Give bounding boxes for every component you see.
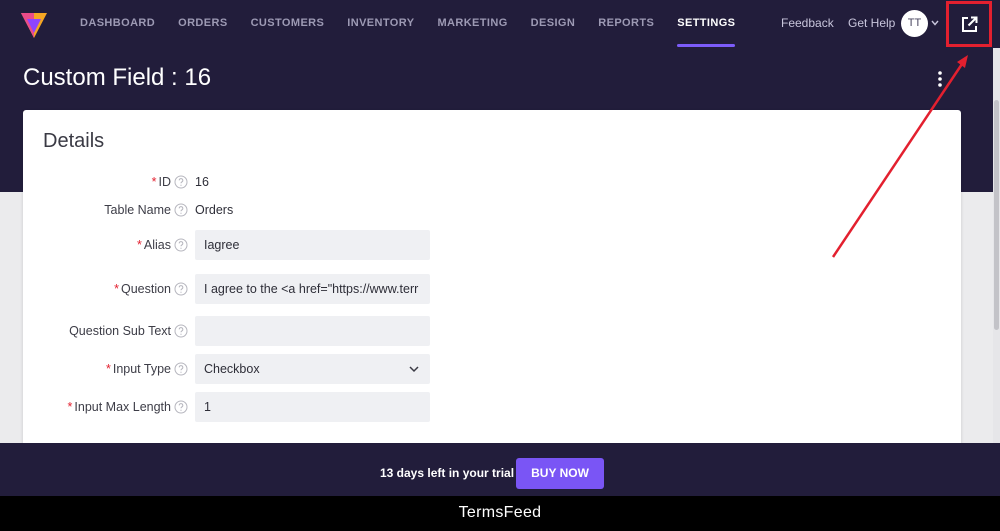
help-icon[interactable]	[174, 400, 188, 414]
nav-item-settings[interactable]: SETTINGS	[677, 0, 736, 48]
trial-message: 13 days left in your trial	[380, 466, 515, 480]
input-alias[interactable]: Iagree	[195, 230, 430, 260]
user-avatar[interactable]: TT	[901, 10, 928, 37]
nav-item-customers[interactable]: CUSTOMERS	[251, 0, 325, 48]
field-label-text: Question Sub Text	[69, 324, 171, 338]
field-label-id: * ID	[152, 167, 171, 197]
help-icon[interactable]	[174, 324, 188, 338]
required-marker: *	[67, 400, 73, 414]
main-menu: DASHBOARD ORDERS CUSTOMERS INVENTORY MARKETI…	[80, 0, 758, 48]
required-marker: *	[114, 282, 119, 296]
field-label-text: ID	[158, 175, 172, 189]
footer: TermsFeed	[0, 496, 1000, 531]
field-row-input-type: * Input Type Checkbox	[23, 354, 961, 384]
input-question-sub-text[interactable]	[195, 316, 430, 346]
get-help-link[interactable]: Get Help	[848, 0, 895, 46]
details-card: Details * ID 16 Table Name Orders * Alias Iagre…	[23, 110, 961, 450]
field-label-text: Table Name	[104, 203, 171, 217]
external-link-icon[interactable]	[961, 16, 978, 33]
required-marker: *	[137, 238, 142, 252]
required-marker: *	[105, 362, 111, 376]
scrollbar-thumb[interactable]	[994, 100, 999, 330]
more-options-icon[interactable]	[934, 70, 946, 88]
nav-item-reports[interactable]: REPORTS	[598, 0, 654, 48]
required-marker: *	[151, 175, 157, 189]
field-row-question-sub-text: Question Sub Text	[23, 316, 961, 346]
field-value-id: 16	[195, 175, 209, 189]
top-navigation: DASHBOARD ORDERS CUSTOMERS INVENTORY MARKETI…	[0, 0, 1000, 48]
nav-item-inventory[interactable]: INVENTORY	[347, 0, 414, 48]
chevron-down-icon[interactable]	[931, 19, 939, 27]
field-label-table-name: Table Name	[104, 195, 171, 225]
footer-brand: TermsFeed	[458, 504, 542, 521]
field-value-input-max-length: 1	[204, 400, 211, 414]
chevron-down-icon	[409, 366, 419, 373]
nav-item-orders[interactable]: ORDERS	[178, 0, 227, 48]
select-input-type[interactable]: Checkbox	[195, 354, 430, 384]
field-label-alias: * Alias	[137, 230, 171, 260]
input-input-max-length[interactable]: 1	[195, 392, 430, 422]
field-row-id: * ID 16	[23, 167, 961, 197]
field-row-input-max-length: * Input Max Length 1	[23, 392, 961, 422]
field-label-input-type: * Input Type	[106, 354, 171, 384]
page-title: Custom Field : 16	[23, 64, 212, 91]
field-row-alias: * Alias Iagree	[23, 230, 961, 260]
input-question[interactable]: I agree to the <a href="https://www.terr	[195, 274, 430, 304]
help-icon[interactable]	[174, 238, 188, 252]
details-heading: Details	[43, 130, 105, 152]
trial-banner: 13 days left in your trial BUY NOW	[0, 443, 1000, 496]
help-icon[interactable]	[174, 362, 188, 376]
buy-now-button[interactable]: BUY NOW	[516, 458, 604, 489]
field-label-text: Input Max Length	[74, 400, 171, 414]
field-value-alias: Iagree	[204, 238, 240, 252]
field-label-text: Input Type	[112, 362, 171, 376]
highlight-box	[946, 1, 992, 47]
field-label-text: Alias	[143, 238, 171, 252]
field-label-input-max-length: * Input Max Length	[68, 392, 171, 422]
field-value-table-name: Orders	[195, 203, 234, 217]
app-logo-icon[interactable]	[20, 9, 48, 39]
field-label-text: Question	[120, 282, 171, 296]
field-label-question-sub-text: Question Sub Text	[69, 316, 171, 346]
help-icon[interactable]	[174, 282, 188, 296]
nav-item-dashboard[interactable]: DASHBOARD	[80, 0, 155, 48]
field-row-question: * Question I agree to the <a href="https:/…	[23, 274, 961, 304]
field-label-question: * Question	[114, 274, 171, 304]
feedback-link[interactable]: Feedback	[781, 0, 834, 46]
field-value-input-type: Checkbox	[204, 362, 260, 376]
field-value-question: I agree to the <a href="https://www.terr	[204, 282, 419, 296]
nav-item-marketing[interactable]: MARKETING	[437, 0, 507, 48]
nav-item-design[interactable]: DESIGN	[531, 0, 576, 48]
help-icon[interactable]	[174, 203, 188, 217]
field-row-table-name: Table Name Orders	[23, 195, 961, 225]
help-icon[interactable]	[174, 175, 188, 189]
